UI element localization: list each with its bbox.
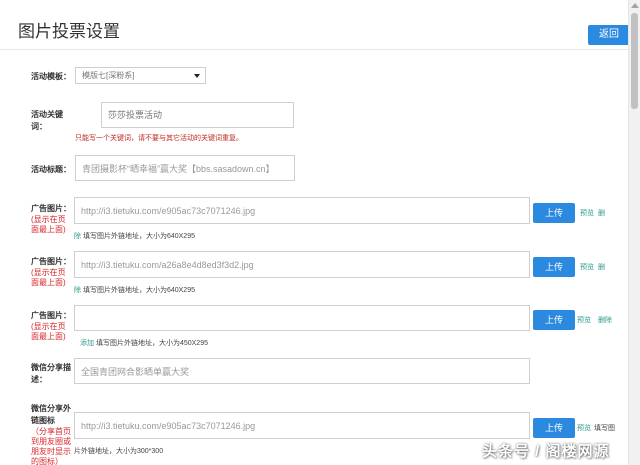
ad-image-3-hint: 添加 填写图片外链地址，大小为450X295 xyxy=(80,338,208,348)
ad-image-2-upload-button[interactable]: 上传 xyxy=(533,257,575,277)
watermark-text: 头条号 / 阁楼网源 xyxy=(482,443,610,460)
back-button[interactable]: 返回 xyxy=(588,25,630,45)
scroll-thumb[interactable] xyxy=(631,13,638,109)
ad-image-1-hint: 除 填写图片外链地址，大小为640X295 xyxy=(74,231,195,241)
share-icon-preview-link[interactable]: 预览 xyxy=(577,423,591,433)
template-select-value: 模版七[深粉系] xyxy=(82,71,135,80)
ad-image-2-label-text: 广告图片： xyxy=(31,257,71,266)
ad-image-2-hint-text: 填写图片外链地址，大小为640X295 xyxy=(82,287,195,294)
share-icon-input[interactable] xyxy=(74,412,530,439)
share-icon-hint: 片外链地址，大小为300*300 xyxy=(74,448,164,455)
ad-image-3-hint-text: 填写图片外链地址，大小为450X295 xyxy=(95,340,208,347)
share-desc-label: 微信分享描述： xyxy=(31,363,71,384)
ad-image-1-label: 广告图片： (显示在页面最上面) xyxy=(31,203,73,235)
vote-settings-page: 图片投票设置 返回 活动模板： 模版七[深粉系] 活动关键词： 只能写一个关键词… xyxy=(0,0,640,465)
ad-image-3-input[interactable] xyxy=(74,305,530,331)
ad-image-3-preview-link[interactable]: 预览 xyxy=(577,315,591,325)
page-title: 图片投票设置 xyxy=(18,22,120,41)
ad-image-3-note: (显示在页面最上面) xyxy=(31,322,66,341)
share-icon-upload-button[interactable]: 上传 xyxy=(533,418,575,438)
share-icon-fill-text: 填写图 xyxy=(594,425,615,432)
ad-image-1-note: (显示在页面最上面) xyxy=(31,215,66,234)
ad-image-1-delete-link[interactable]: 删 xyxy=(598,208,605,218)
scroll-up-arrow-icon[interactable] xyxy=(631,3,639,8)
share-desc-input[interactable] xyxy=(74,358,530,384)
ad-image-1-input[interactable] xyxy=(74,197,530,224)
ad-image-2-label: 广告图片： (显示在页面最上面) xyxy=(31,256,73,288)
keyword-input[interactable] xyxy=(101,102,294,128)
ad-image-2-hint: 除 填写图片外链地址，大小为640X295 xyxy=(74,285,195,295)
ad-image-3-hint-prefix[interactable]: 添加 xyxy=(80,340,94,347)
title-label: 活动标题： xyxy=(31,165,71,174)
ad-image-2-delete-link[interactable]: 删 xyxy=(598,262,605,272)
ad-image-1-hint-prefix[interactable]: 除 xyxy=(74,233,81,240)
template-label: 活动模板： xyxy=(31,72,71,81)
keyword-warning: 只能写一个关键词，请不要与其它活动的关键词重复。 xyxy=(75,135,243,142)
ad-image-3-label: 广告图片： (显示在页面最上面) xyxy=(31,310,73,342)
ad-image-3-delete-link[interactable]: 删除 xyxy=(598,315,612,325)
page-header: 图片投票设置 返回 xyxy=(0,0,630,50)
ad-image-2-preview-link[interactable]: 预览 xyxy=(580,262,594,272)
chevron-down-icon xyxy=(194,74,200,78)
ad-image-2-note: (显示在页面最上面) xyxy=(31,268,66,287)
share-icon-label: 微信分享外链图标 （分享首页到朋友圈或朋友时显示的图标） xyxy=(31,403,73,465)
ad-image-2-hint-prefix[interactable]: 除 xyxy=(74,287,81,294)
ad-image-1-hint-text: 填写图片外链地址，大小为640X295 xyxy=(82,233,195,240)
ad-image-1-label-text: 广告图片： xyxy=(31,204,71,213)
share-icon-label-text: 微信分享外链图标 xyxy=(31,404,71,425)
ad-image-2-input[interactable] xyxy=(74,251,530,278)
ad-image-3-label-text: 广告图片： xyxy=(31,311,71,320)
ad-image-1-upload-button[interactable]: 上传 xyxy=(533,203,575,223)
title-input[interactable] xyxy=(75,155,295,181)
scrollbar[interactable] xyxy=(628,0,640,465)
ad-image-1-preview-link[interactable]: 预览 xyxy=(580,208,594,218)
share-icon-note: （分享首页到朋友圈或朋友时显示的图标） xyxy=(31,427,71,465)
template-select[interactable]: 模版七[深粉系] xyxy=(75,67,206,84)
ad-image-3-upload-button[interactable]: 上传 xyxy=(533,310,575,330)
keyword-label: 活动关键词： xyxy=(31,110,63,131)
